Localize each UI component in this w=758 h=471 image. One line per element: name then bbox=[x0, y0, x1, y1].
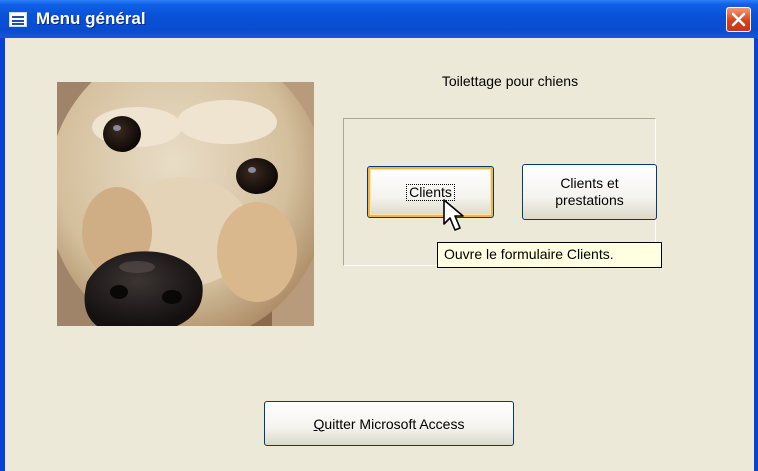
clients-button-label: Clients bbox=[406, 183, 455, 201]
access-window: Menu général Toilettage pour chiens Clie… bbox=[0, 0, 758, 471]
clients-button[interactable]: Clients bbox=[367, 166, 494, 218]
close-button[interactable] bbox=[726, 7, 751, 32]
quit-access-label: Quitter Microsoft Access bbox=[313, 415, 465, 432]
form-subtitle: Toilettage pour chiens bbox=[441, 73, 579, 89]
clients-prestations-label: Clients et prestations bbox=[555, 175, 624, 208]
window-title: Menu général bbox=[36, 9, 146, 28]
title-bar[interactable]: Menu général bbox=[0, 0, 758, 38]
close-icon bbox=[731, 12, 746, 27]
form-body: Toilettage pour chiens Clients Clients e… bbox=[5, 38, 754, 471]
quit-access-button[interactable]: Quitter Microsoft Access bbox=[264, 401, 514, 446]
clients-prestations-button[interactable]: Clients et prestations bbox=[522, 164, 657, 220]
mouse-pointer-icon bbox=[443, 199, 464, 231]
dog-photo bbox=[57, 82, 314, 326]
tooltip: Ouvre le formulaire Clients. bbox=[437, 242, 662, 268]
form-icon[interactable] bbox=[9, 12, 27, 27]
